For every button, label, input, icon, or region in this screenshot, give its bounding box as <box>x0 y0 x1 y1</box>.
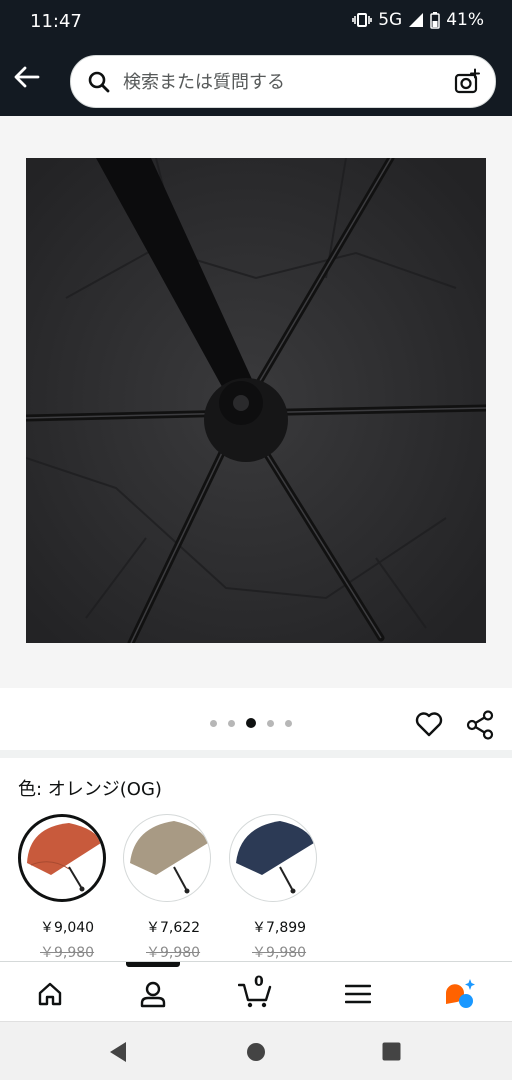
nav-active-indicator <box>126 962 180 967</box>
signal-icon <box>408 12 424 28</box>
status-time: 11:47 <box>30 11 82 32</box>
system-recents-icon[interactable] <box>382 1042 401 1061</box>
section-divider <box>0 750 512 758</box>
variant-list-price: ￥9,980 <box>40 945 95 961</box>
back-button[interactable] <box>12 62 44 94</box>
product-image-carousel[interactable] <box>0 116 512 688</box>
carousel-dot[interactable] <box>228 719 235 727</box>
product-image <box>26 158 486 643</box>
nav-home[interactable] <box>30 974 70 1014</box>
variant-price: ￥9,040 <box>40 920 95 936</box>
bottom-navigation <box>0 961 512 1021</box>
variant-list-price: ￥9,980 <box>252 945 307 961</box>
carousel-dot[interactable] <box>285 719 292 727</box>
status-icons: 5G 41% <box>352 10 484 30</box>
system-navigation-bar <box>0 1021 512 1080</box>
image-actions-row <box>0 688 512 750</box>
carousel-dot-active[interactable] <box>246 718 256 728</box>
carousel-dot[interactable] <box>210 719 217 727</box>
network-type: 5G <box>378 10 403 30</box>
umbrella-swatch-image <box>130 821 208 894</box>
color-swatch-orange[interactable] <box>18 814 106 902</box>
search-icon <box>88 71 110 93</box>
account-icon <box>140 981 166 1008</box>
home-icon <box>38 982 62 1006</box>
carousel-dot[interactable] <box>267 719 274 727</box>
system-home-icon[interactable] <box>246 1042 266 1062</box>
heart-icon[interactable] <box>415 711 443 737</box>
umbrella-swatch-image <box>236 821 314 894</box>
app-header: 11:47 5G 41% <box>0 0 512 116</box>
rufus-icon <box>446 979 475 1008</box>
color-swatch-navy[interactable] <box>229 814 317 902</box>
color-label: 色: オレンジ(OG) <box>18 779 162 800</box>
back-arrow-icon <box>14 66 40 88</box>
variant-list-price: ￥9,980 <box>146 945 201 961</box>
battery-icon <box>430 11 440 29</box>
umbrella-swatch-image <box>27 823 101 892</box>
menu-icon <box>345 984 371 1004</box>
color-swatch-beige[interactable] <box>123 814 211 902</box>
cart-count: 0 <box>254 974 264 990</box>
nav-menu[interactable] <box>338 974 378 1014</box>
variant-price: ￥7,622 <box>146 920 201 936</box>
nav-account[interactable] <box>133 974 173 1014</box>
camera-icon[interactable] <box>453 68 481 96</box>
search-input[interactable] <box>123 66 443 98</box>
vibrate-icon <box>352 12 373 28</box>
share-icon[interactable] <box>466 710 494 740</box>
variant-price: ￥7,899 <box>252 920 307 936</box>
search-bar[interactable] <box>70 55 496 108</box>
carousel-indicator <box>210 718 292 728</box>
battery-percent: 41% <box>446 10 484 30</box>
nav-rufus[interactable] <box>440 974 480 1014</box>
system-back-icon[interactable] <box>108 1041 128 1063</box>
status-bar: 11:47 5G 41% <box>0 0 512 42</box>
